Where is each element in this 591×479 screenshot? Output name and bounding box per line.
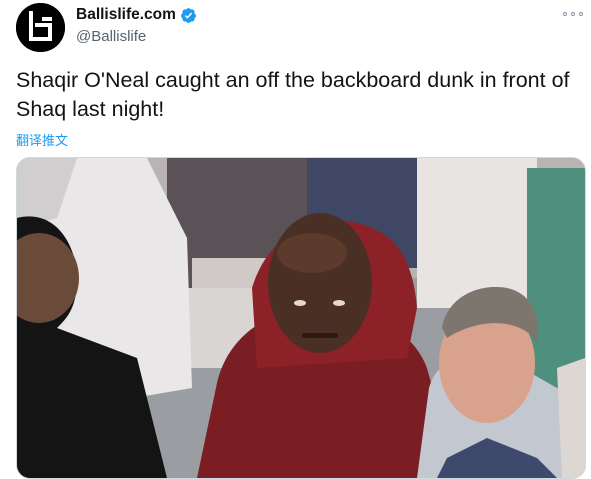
account-name[interactable]: Ballislife.com [76,6,176,24]
account-handle[interactable]: @Ballislife [76,28,146,45]
account-name-row[interactable]: Ballislife.com [76,6,197,24]
verified-badge-icon [181,7,196,23]
ballislife-logo-icon [16,3,65,52]
photo-crowd-courtside [17,158,585,478]
avatar[interactable] [16,3,65,52]
tweet-photo[interactable] [16,157,586,479]
translate-tweet-link[interactable]: 翻译推文 [16,130,68,149]
more-options-icon[interactable] [563,8,583,20]
tweet-text: Shaqir O'Neal caught an off the backboar… [16,68,570,121]
tweet-card[interactable]: Ballislife.com @Ballislife Shaqir O'Neal… [0,0,591,479]
